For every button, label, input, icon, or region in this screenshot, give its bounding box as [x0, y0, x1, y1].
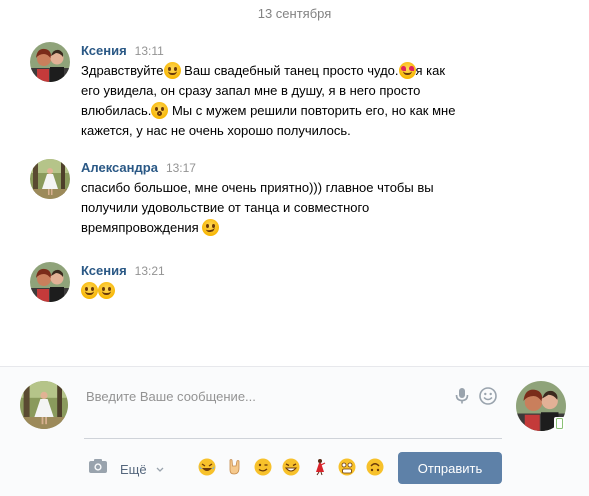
emoji-picker-icon[interactable] [478, 386, 498, 406]
couple-photo-avatar [30, 262, 70, 302]
more-label: Ещё [120, 462, 147, 477]
scared-emoji-icon[interactable] [338, 458, 356, 481]
author-avatar[interactable] [30, 42, 70, 82]
couple-photo-avatar [30, 42, 70, 82]
camera-icon[interactable] [88, 458, 108, 474]
grinning-emoji-icon[interactable] [282, 458, 300, 481]
message-item: Ксения 13:11 Здравствуйте Ваш свадебный т… [30, 42, 570, 142]
date-separator: 13 сентября [257, 6, 332, 21]
message-time[interactable]: 13:17 [166, 161, 196, 175]
bride-photo-avatar [20, 381, 68, 429]
author-name[interactable]: Ксения [81, 263, 127, 278]
more-attachments-button[interactable]: Ещё [120, 460, 164, 477]
microphone-icon[interactable] [452, 386, 472, 406]
bride-photo-avatar [30, 159, 70, 199]
message-text: Здравствуйте Ваш свадебный танец просто … [81, 62, 456, 138]
rock-hand-emoji-icon[interactable] [226, 458, 244, 481]
heart-eyes-emoji-icon [398, 62, 416, 79]
message-time[interactable]: 13:11 [135, 44, 164, 58]
winking-emoji-icon[interactable] [254, 458, 272, 481]
mobile-online-icon [554, 417, 565, 430]
message-text: спасибо большое, мне очень приятно))) гл… [81, 180, 434, 236]
laughing-tears-emoji-icon[interactable] [198, 458, 216, 481]
kissing-heart-emoji-icon [151, 102, 169, 119]
smiling-blush-emoji-icon [163, 62, 181, 79]
message-item: Александра 13:17 спасибо большое, мне оче… [30, 159, 570, 243]
message-text [81, 281, 551, 301]
message-input-wrap [84, 380, 502, 412]
message-input[interactable] [84, 380, 502, 412]
author-avatar[interactable] [30, 159, 70, 199]
send-button[interactable]: Отправить [398, 452, 502, 484]
input-underline [84, 438, 502, 439]
author-name[interactable]: Ксения [81, 43, 127, 58]
smiling-blush-emoji-icon [98, 282, 115, 299]
chevron-down-icon [156, 460, 164, 475]
dancer-emoji-icon[interactable] [310, 458, 328, 481]
upside-down-emoji-icon[interactable] [366, 458, 384, 481]
author-avatar[interactable] [30, 262, 70, 302]
message-time[interactable]: 13:21 [135, 264, 165, 278]
my-avatar[interactable] [20, 381, 68, 429]
message-item: Ксения 13:21 [30, 262, 570, 306]
smiling-blush-emoji-icon [81, 282, 98, 299]
winking-emoji-icon [202, 219, 220, 236]
author-name[interactable]: Александра [81, 160, 158, 175]
